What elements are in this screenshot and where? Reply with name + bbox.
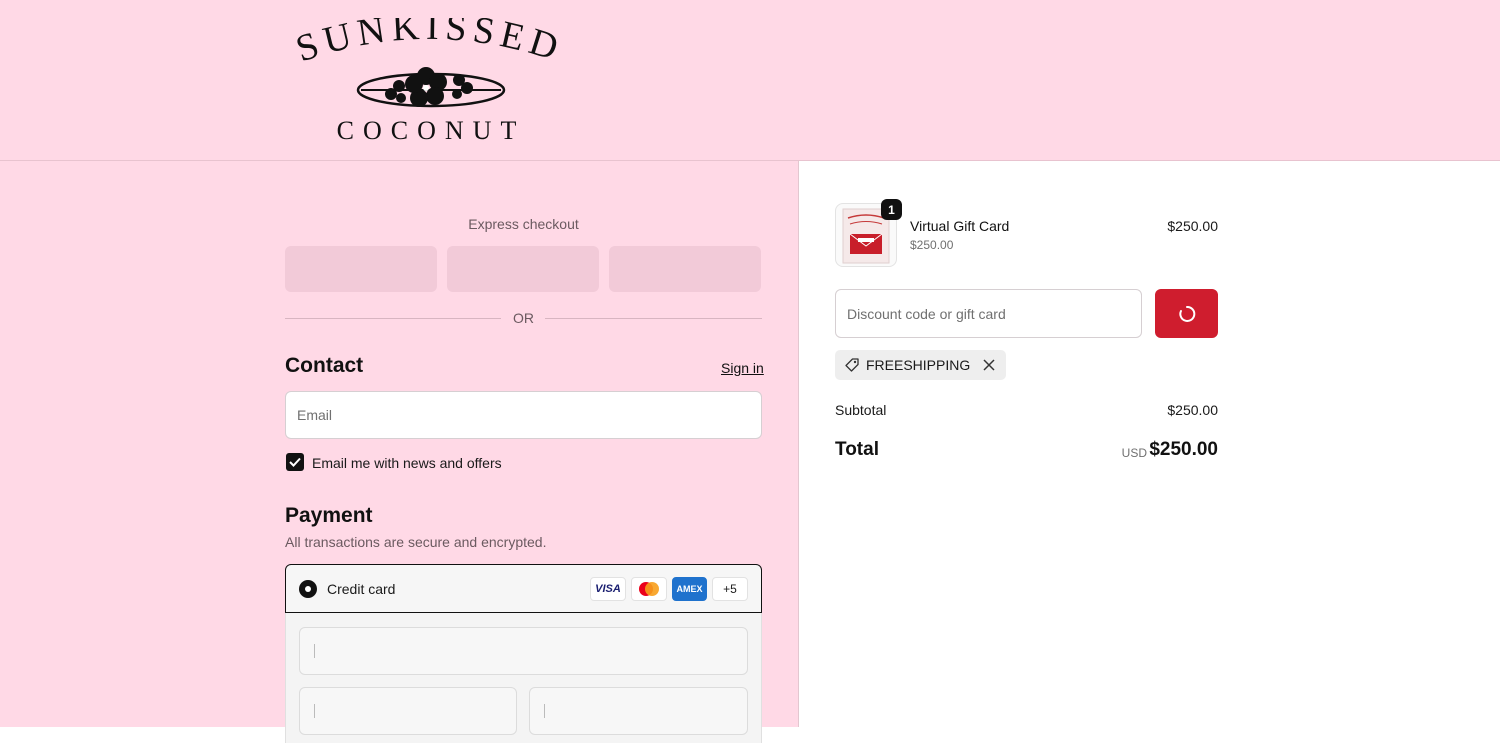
security-code-field[interactable]: [529, 687, 748, 735]
email-field[interactable]: Email: [285, 391, 762, 439]
logo-graphic: SUNKISSED COCONUT: [291, 6, 569, 145]
remove-discount-icon[interactable]: [982, 358, 996, 372]
currency-code: USD: [1121, 446, 1147, 460]
checkmark-icon: [289, 457, 301, 467]
express-checkout-button-1[interactable]: [285, 246, 437, 292]
visa-icon: VISA: [590, 577, 626, 601]
discount-code-text: FREESHIPPING: [866, 357, 971, 373]
payment-subtitle: All transactions are secure and encrypte…: [285, 534, 547, 550]
payment-title: Payment: [285, 504, 373, 527]
card-number-field[interactable]: [299, 627, 748, 675]
quantity-badge: 1: [881, 199, 902, 220]
item-unit-price: $250.00: [910, 238, 954, 252]
expiration-date-field[interactable]: [299, 687, 517, 735]
or-text: OR: [513, 310, 534, 326]
mastercard-icon: [631, 577, 667, 601]
express-checkout-label: Express checkout: [468, 216, 579, 232]
logo-top-text: SUNKISSED: [291, 18, 569, 70]
discount-placeholder: Discount code or gift card: [847, 305, 1006, 322]
newsletter-checkbox[interactable]: [286, 453, 304, 471]
newsletter-label: Email me with news and offers: [312, 455, 502, 471]
total-label: Total: [835, 439, 879, 460]
credit-card-option[interactable]: Credit card VISA AMEX +5: [285, 564, 762, 613]
discount-code-input[interactable]: Discount code or gift card: [835, 289, 1142, 338]
brand-logo[interactable]: SUNKISSED COCONUT: [283, 6, 575, 146]
amex-icon: AMEX: [672, 577, 707, 601]
express-checkout-button-2[interactable]: [447, 246, 599, 292]
apply-discount-button[interactable]: [1155, 289, 1218, 338]
applied-discount-tag: FREESHIPPING: [835, 350, 1007, 380]
order-summary-panel: 1 Virtual Gift Card $250.00 $250.00 Disc…: [799, 161, 1500, 727]
credit-card-label: Credit card: [327, 581, 396, 597]
subtotal-value: $250.00: [1167, 402, 1218, 418]
logo-bottom-text: COCONUT: [337, 116, 526, 145]
item-price: $250.00: [1167, 218, 1218, 234]
more-cards-badge: +5: [712, 577, 748, 601]
contact-title: Contact: [285, 354, 364, 377]
or-divider: OR: [285, 309, 762, 327]
item-name: Virtual Gift Card: [910, 218, 1010, 234]
express-checkout-button-3[interactable]: [609, 246, 761, 292]
card-fields-area: [285, 613, 762, 743]
loading-spinner-icon: [1178, 305, 1195, 322]
email-placeholder: Email: [297, 407, 333, 423]
credit-card-radio[interactable]: [299, 580, 317, 598]
sign-in-link[interactable]: Sign in: [721, 360, 764, 376]
subtotal-label: Subtotal: [835, 402, 887, 418]
checkout-form-panel: Express checkout OR Contact Sign in Emai…: [0, 161, 799, 743]
header: SUNKISSED COCONUT: [0, 0, 1500, 161]
tag-icon: [845, 358, 859, 372]
total-value: $250.00: [1149, 439, 1218, 460]
